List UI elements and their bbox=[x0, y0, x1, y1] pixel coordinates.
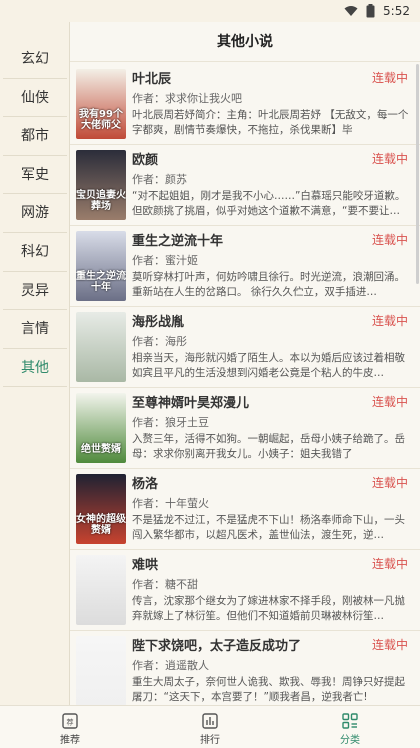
book-title[interactable]: 难哄 bbox=[132, 554, 362, 572]
svg-text:荐: 荐 bbox=[67, 718, 74, 727]
sidebar-item-dushi[interactable]: 都市 bbox=[3, 117, 67, 156]
category-icon bbox=[280, 712, 420, 730]
sidebar-item-lingyi[interactable]: 灵异 bbox=[3, 272, 67, 311]
cover-title-text: 宝贝追妻火葬场 bbox=[76, 190, 126, 212]
status-badge: 连载中 bbox=[371, 638, 408, 652]
book-author: 作者：狼牙土豆 bbox=[132, 416, 209, 429]
book-item[interactable]: 难哄 连载中 作者：糖不甜 传言，沈家那个继女为了嫁进林家不择手段，刚被林一凡抛… bbox=[70, 550, 420, 631]
battery-icon bbox=[366, 4, 375, 18]
nav-label: 排行 bbox=[200, 735, 220, 746]
wifi-icon bbox=[344, 5, 358, 17]
book-cover[interactable]: 重生之逆流十年 bbox=[76, 231, 126, 301]
book-author: 作者：颜苏 bbox=[132, 173, 187, 186]
ranking-icon bbox=[140, 712, 280, 730]
book-author: 作者：糖不甜 bbox=[132, 578, 198, 591]
nav-label: 推荐 bbox=[60, 735, 80, 746]
status-badge: 连载中 bbox=[371, 233, 408, 247]
status-badge: 连载中 bbox=[371, 557, 408, 571]
status-badge: 连载中 bbox=[371, 71, 408, 85]
nav-category[interactable]: 分类 bbox=[280, 706, 420, 748]
book-item[interactable]: 女神的超级赘婿 杨洛 连载中 作者：十年萤火 不是猛龙不过江，不是猛虎不下山！杨… bbox=[70, 469, 420, 550]
cover-title-text: 重生之逆流十年 bbox=[76, 271, 126, 293]
scrollbar[interactable] bbox=[416, 64, 419, 284]
status-badge: 连载中 bbox=[371, 476, 408, 490]
book-item[interactable]: 宝贝追妻火葬场 欧颜 连载中 作者：颜苏 “对不起姐姐，刚才是我不小心……”白慕… bbox=[70, 145, 420, 226]
book-description: 传言，沈家那个继女为了嫁进林家不择手段，刚被林一凡抛弃就嫁上了林衍笙。但他们不知… bbox=[132, 595, 405, 622]
book-description: 相亲当天，海彤就闪婚了陌生人。本以为婚后应该过着相敬如宾且平凡的生活没想到闪婚老… bbox=[132, 352, 405, 379]
book-description: 不是猛龙不过江，不是猛虎不下山！杨洛奉师命下山，一头闯入繁华都市，以超凡医术，盖… bbox=[132, 514, 405, 541]
book-title[interactable]: 陛下求饶吧，太子造反成功了 bbox=[132, 635, 362, 653]
nav-ranking[interactable]: 排行 bbox=[140, 706, 280, 748]
nav-recommend[interactable]: 荐 推荐 bbox=[0, 706, 140, 748]
book-cover[interactable] bbox=[76, 636, 126, 706]
sidebar-item-kehuan[interactable]: 科幻 bbox=[3, 233, 67, 272]
recommend-icon: 荐 bbox=[0, 712, 140, 730]
book-cover[interactable]: 绝世赘婿 bbox=[76, 393, 126, 463]
book-item[interactable]: 绝世赘婿 至尊神婿叶昊郑漫儿 连载中 作者：狼牙土豆 入赘三年，活得不如狗。一朝… bbox=[70, 388, 420, 469]
status-badge: 连载中 bbox=[371, 395, 408, 409]
cover-title-text: 我有99个大佬师父 bbox=[79, 109, 123, 131]
cover-title-text: 女神的超级赘婿 bbox=[76, 514, 126, 536]
book-author: 作者：逍遥散人 bbox=[132, 659, 209, 672]
book-cover[interactable] bbox=[76, 312, 126, 382]
status-time: 5:52 bbox=[383, 4, 410, 18]
book-description: 莫听穿林打叶声，何妨吟啸且徐行。时光逆流，浪潮回涌。重新站在人生的岔路口。 徐行… bbox=[132, 271, 405, 298]
book-title[interactable]: 欧颜 bbox=[132, 149, 362, 167]
sidebar-item-junshi[interactable]: 军史 bbox=[3, 156, 67, 195]
main-content: 其他小说 我有99个大佬师父 叶北辰 连载中 作者：求求你让我火吧 叶北辰周若妤… bbox=[70, 22, 420, 712]
sidebar-item-wangyou[interactable]: 网游 bbox=[3, 194, 67, 233]
book-cover[interactable]: 女神的超级赘婿 bbox=[76, 474, 126, 544]
sidebar-item-xianxia[interactable]: 仙侠 bbox=[3, 79, 67, 118]
book-author: 作者：十年萤火 bbox=[132, 497, 209, 510]
book-description: 叶北辰周若妤简介：主角：叶北辰周若妤 【无敌文，每一个字都爽，剧情节奏爆快，不拖… bbox=[132, 109, 409, 136]
book-title[interactable]: 海彤战胤 bbox=[132, 311, 362, 329]
book-item[interactable]: 海彤战胤 连载中 作者：海彤 相亲当天，海彤就闪婚了陌生人。本以为婚后应该过着相… bbox=[70, 307, 420, 388]
page-title: 其他小说 bbox=[70, 22, 420, 62]
cover-title-text: 绝世赘婿 bbox=[81, 444, 121, 455]
book-item[interactable]: 陛下求饶吧，太子造反成功了 连载中 作者：逍遥散人 重生大周太子，奈何世人诡我、… bbox=[70, 631, 420, 712]
book-title[interactable]: 重生之逆流十年 bbox=[132, 230, 362, 248]
book-item[interactable]: 我有99个大佬师父 叶北辰 连载中 作者：求求你让我火吧 叶北辰周若妤简介：主角… bbox=[70, 64, 420, 145]
status-badge: 连载中 bbox=[371, 314, 408, 328]
book-cover[interactable]: 我有99个大佬师父 bbox=[76, 69, 126, 139]
book-description: “对不起姐姐，刚才是我不小心……”白慕瑶只能咬牙道歉。但欧颜挑了挑眉，似乎对她这… bbox=[132, 190, 406, 217]
book-author: 作者：海彤 bbox=[132, 335, 187, 348]
book-author: 作者：求求你让我火吧 bbox=[132, 92, 242, 105]
book-description: 入赘三年，活得不如狗。一朝崛起，岳母小姨子给跪了。岳母：求求你别离开我女儿。小姨… bbox=[132, 433, 405, 460]
book-list: 我有99个大佬师父 叶北辰 连载中 作者：求求你让我火吧 叶北辰周若妤简介：主角… bbox=[70, 64, 420, 712]
sidebar-item-qita[interactable]: 其他 bbox=[3, 349, 67, 388]
book-author: 作者：蜜汁姬 bbox=[132, 254, 198, 267]
bottom-nav: 荐 推荐 排行 分类 bbox=[0, 705, 420, 748]
book-cover[interactable]: 宝贝追妻火葬场 bbox=[76, 150, 126, 220]
book-title[interactable]: 杨洛 bbox=[132, 473, 362, 491]
book-title[interactable]: 至尊神婿叶昊郑漫儿 bbox=[132, 392, 362, 410]
book-cover[interactable] bbox=[76, 555, 126, 625]
nav-label: 分类 bbox=[340, 735, 360, 746]
sidebar-item-yanqing[interactable]: 言情 bbox=[3, 310, 67, 349]
book-item[interactable]: 重生之逆流十年 重生之逆流十年 连载中 作者：蜜汁姬 莫听穿林打叶声，何妨吟啸且… bbox=[70, 226, 420, 307]
status-bar: 5:52 bbox=[0, 0, 420, 22]
category-sidebar: 玄幻 仙侠 都市 军史 网游 科幻 灵异 言情 其他 bbox=[0, 22, 70, 705]
book-description: 重生大周太子，奈何世人诡我、欺我、辱我！周铮只好提起屠刀：“这天下，本宫要了！”… bbox=[132, 676, 405, 703]
book-title[interactable]: 叶北辰 bbox=[132, 68, 362, 86]
sidebar-item-xuanhuan[interactable]: 玄幻 bbox=[3, 40, 67, 79]
status-badge: 连载中 bbox=[371, 152, 408, 166]
